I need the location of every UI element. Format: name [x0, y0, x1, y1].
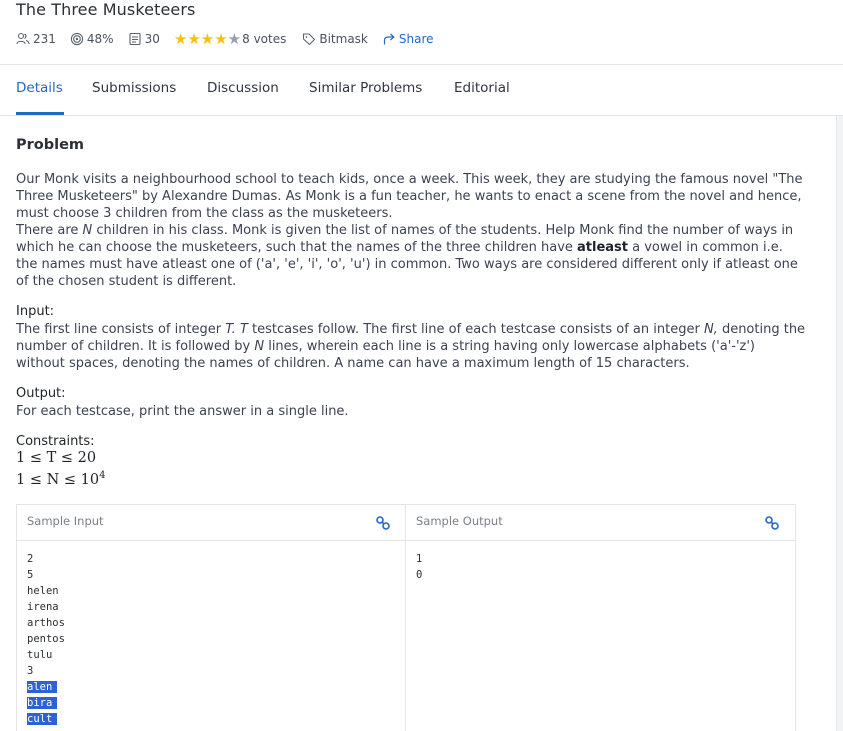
sample-io-box: Sample Input Sample Output 2 5 helen ire… — [16, 504, 796, 731]
code-line-selected: alen — [27, 681, 58, 693]
share-icon — [383, 33, 395, 45]
target-icon — [70, 32, 84, 46]
solutions-count: 30 — [144, 32, 160, 46]
problem-statement-p2: There are N children in his class. Monk … — [16, 223, 798, 289]
share-link[interactable]: Share — [382, 32, 434, 46]
link-icon[interactable] — [375, 515, 391, 531]
accuracy-value: 48% — [86, 32, 114, 46]
document-list-icon — [129, 32, 141, 46]
star-icon[interactable]: ★ — [174, 31, 187, 47]
code-line: 0 — [416, 569, 423, 581]
tag-label: Bitmask — [319, 32, 368, 46]
code-line: pentos — [27, 633, 65, 645]
page-scrollbar[interactable] — [836, 116, 843, 731]
problem-title: The Three Musketeers — [16, 0, 196, 19]
star-icon[interactable]: ★ — [187, 31, 200, 47]
constraint-t: 1 ≤ T ≤ 20 — [16, 450, 97, 466]
input-description: The first line consists of integer T. T … — [16, 322, 806, 371]
output-heading: Output: — [16, 386, 66, 401]
tab-bar: Details Submissions Discussion Similar P… — [0, 64, 843, 116]
solutions-stat: 30 — [128, 32, 160, 46]
code-line: irena — [27, 601, 59, 613]
tab-discussion[interactable]: Discussion — [207, 80, 279, 96]
tag-bitmask[interactable]: Bitmask — [302, 32, 368, 46]
input-heading: Input: — [16, 304, 55, 319]
code-line: 5 — [27, 569, 34, 581]
star-empty-icon[interactable]: ★ — [228, 31, 241, 47]
code-line: helen — [27, 585, 59, 597]
code-line: 2 — [27, 553, 34, 565]
problem-meta: 231 48% 30 ★ ★ ★ ★ ★ 8 votes Bitmask Sha… — [16, 30, 448, 48]
attempts-stat: 231 — [16, 32, 56, 46]
problem-heading: Problem — [16, 137, 85, 153]
link-icon[interactable] — [764, 515, 780, 531]
code-line: arthos — [27, 617, 65, 629]
constraint-n: 1 ≤ N ≤ 104 — [16, 470, 106, 488]
code-line-selected: cult — [27, 713, 58, 725]
active-tab-indicator — [16, 112, 64, 115]
sample-header — [17, 505, 795, 541]
sample-input-label: Sample Input — [27, 514, 104, 528]
tab-similar-problems[interactable]: Similar Problems — [309, 80, 422, 96]
star-icon[interactable]: ★ — [201, 31, 214, 47]
rating-stars[interactable]: ★ ★ ★ ★ ★ 8 votes — [174, 31, 287, 47]
tab-submissions[interactable]: Submissions — [92, 80, 176, 96]
accuracy-stat: 48% — [70, 32, 114, 46]
sample-input-code[interactable]: 2 5 helen irena arthos pentos tulu 3 ale… — [27, 551, 65, 727]
code-line: 3 — [27, 665, 34, 677]
sample-output-code[interactable]: 1 0 — [416, 551, 422, 583]
votes-count: 8 votes — [242, 32, 287, 46]
output-description: For each testcase, print the answer in a… — [16, 404, 349, 419]
code-line-selected: bira — [27, 697, 58, 709]
star-icon[interactable]: ★ — [214, 31, 227, 47]
code-line: 1 — [416, 553, 423, 565]
code-line: tulu — [27, 649, 53, 661]
tab-editorial[interactable]: Editorial — [454, 80, 510, 96]
attempts-count: 231 — [33, 32, 56, 46]
tab-details[interactable]: Details — [16, 80, 63, 96]
users-icon — [16, 32, 30, 45]
share-label: Share — [398, 32, 434, 46]
problem-statement-p1: Our Monk visits a neighbourhood school t… — [16, 172, 803, 221]
tag-icon — [303, 33, 316, 46]
sample-output-label: Sample Output — [416, 514, 503, 528]
constraints-heading: Constraints: — [16, 434, 95, 449]
